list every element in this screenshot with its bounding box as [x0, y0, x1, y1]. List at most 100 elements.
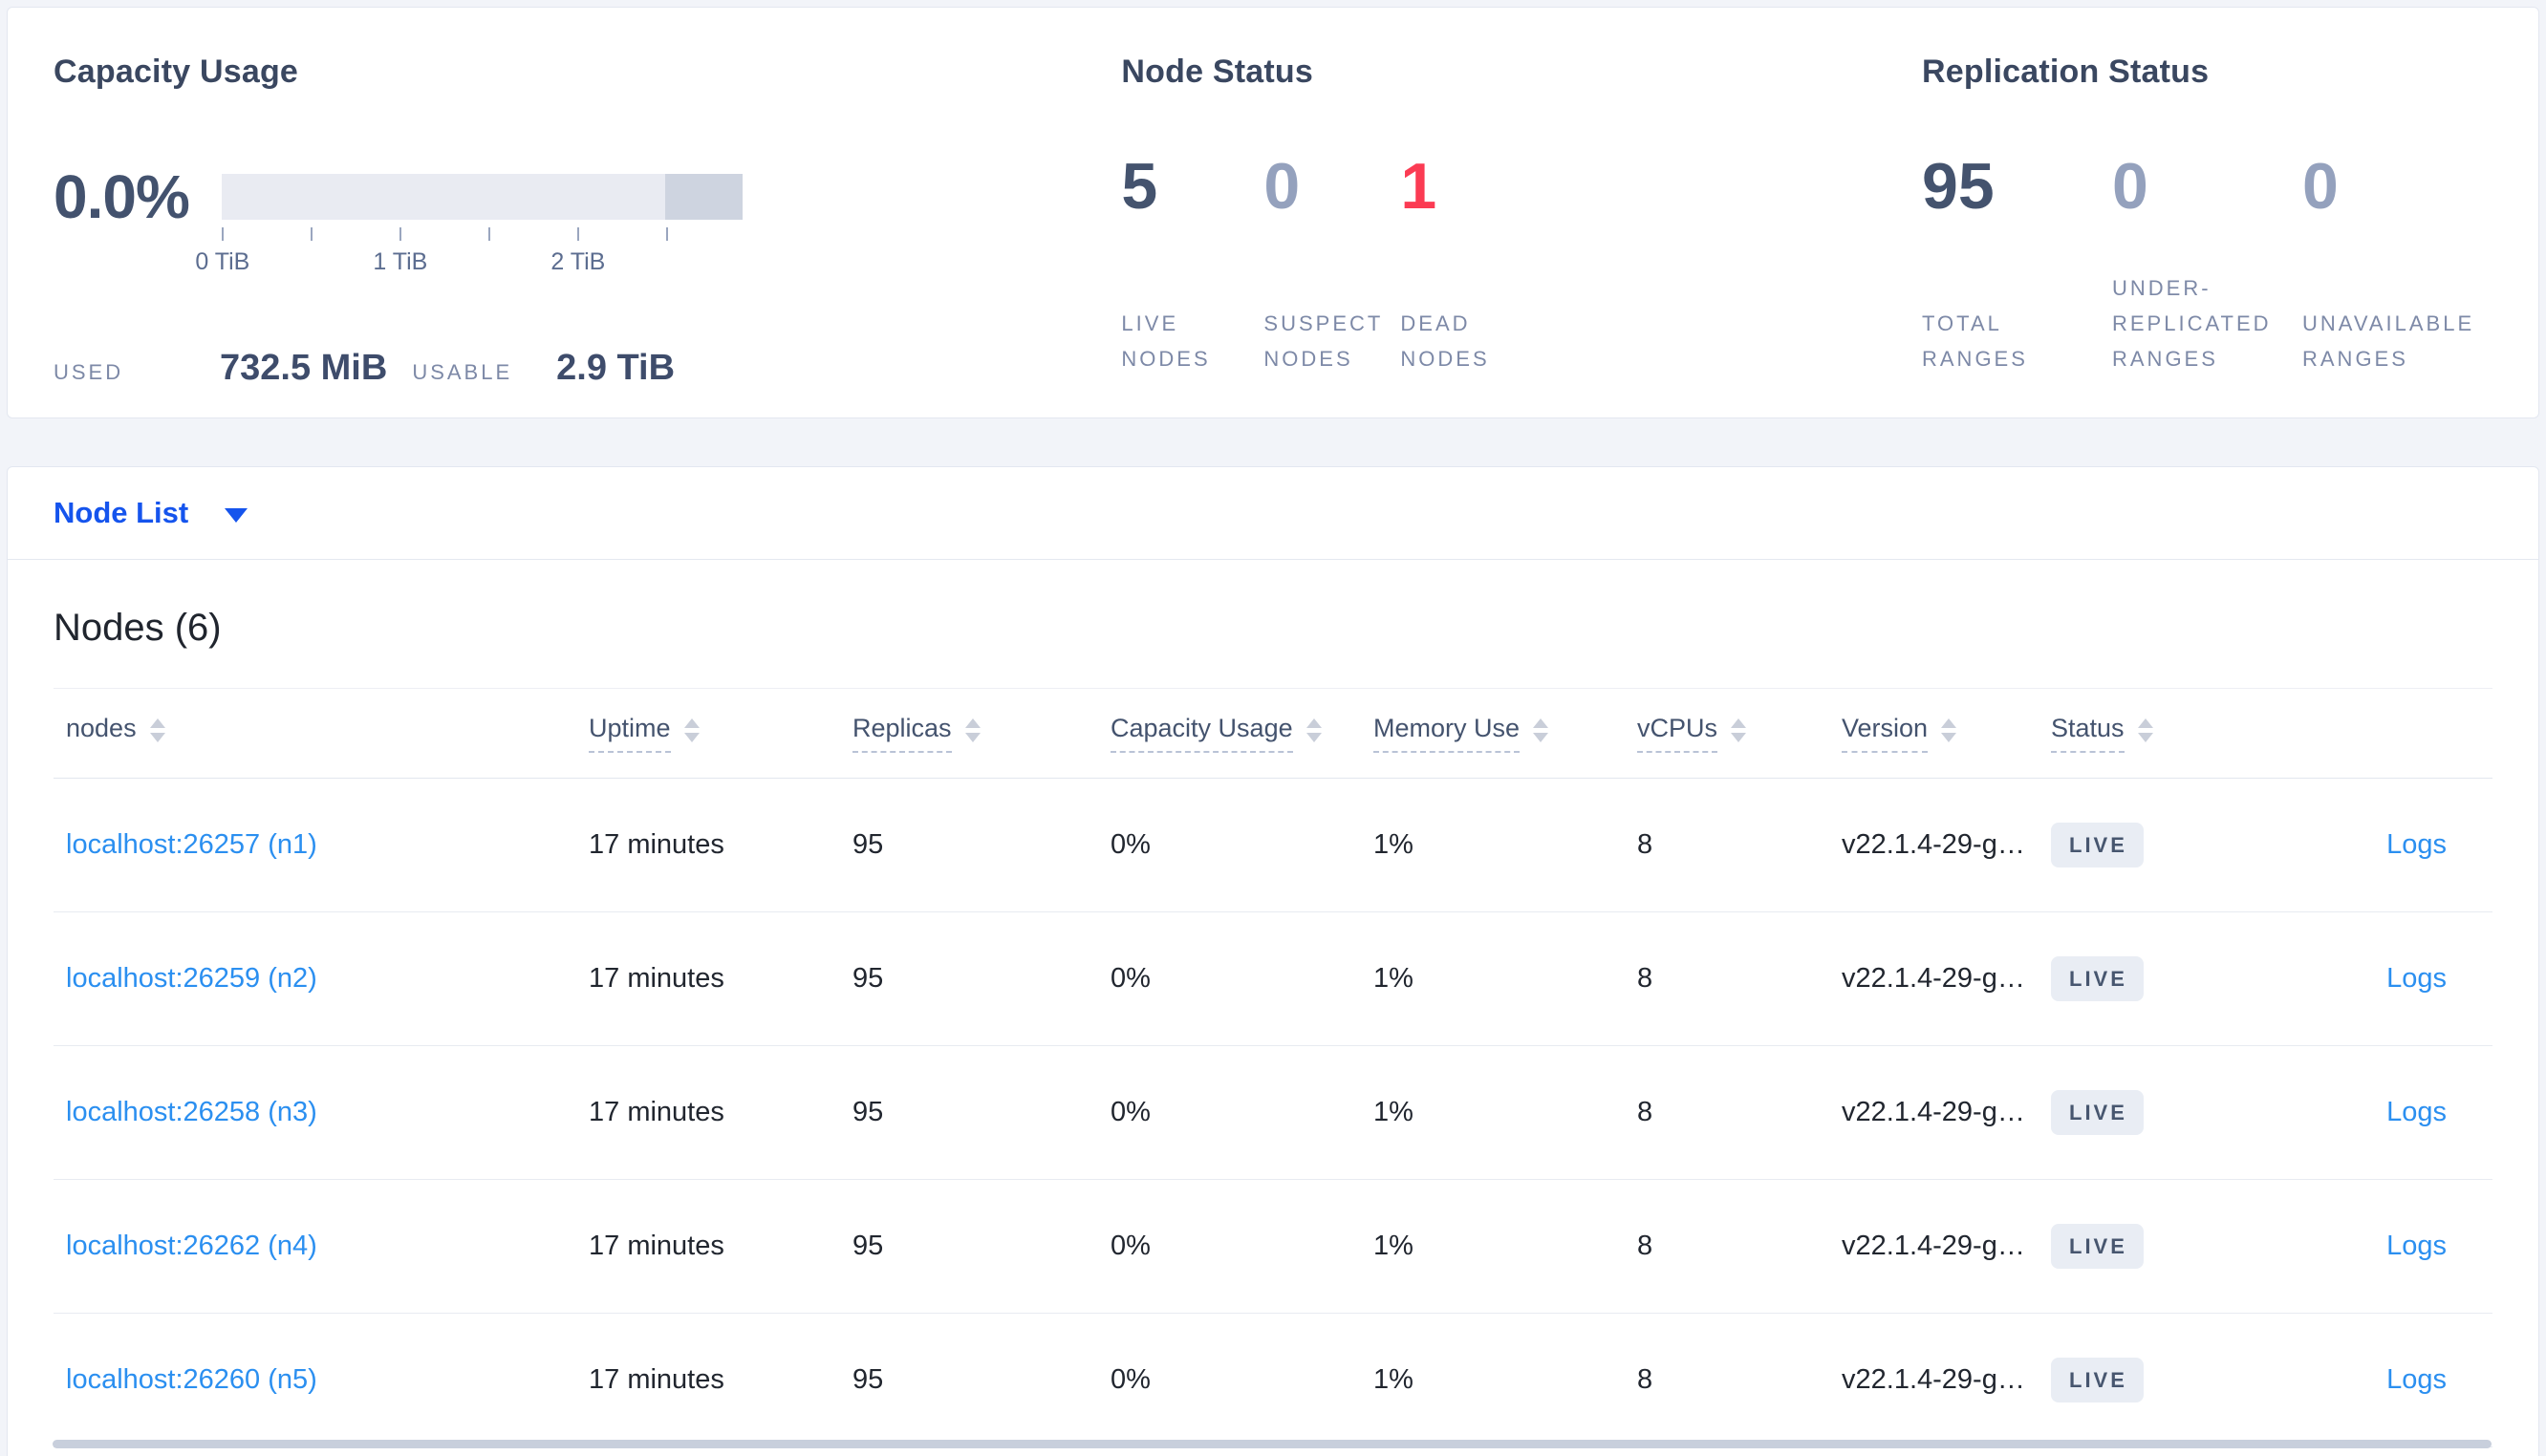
- node-status-panel: Node Status 5 LIVE NODES 0 SUSPECT NODES…: [1121, 50, 1922, 418]
- column-header-label: Status: [2051, 714, 2125, 753]
- capacity-usage-panel: Capacity Usage 0.0% 0 TiB 1 TiB 2 TiB US…: [54, 50, 1121, 418]
- sort-icon: [2137, 718, 2153, 742]
- capacity-usage-cell: 0%: [1111, 829, 1151, 860]
- column-header[interactable]: vCPUs: [1625, 714, 1829, 753]
- stat-column: 0 UNDER-REPLICATED RANGES: [2112, 149, 2302, 376]
- table-row: localhost:26257 (n1) 17 minutes 95 0% 1%…: [54, 779, 2492, 912]
- capacity-usage-cell: 0%: [1111, 1364, 1151, 1395]
- used-label: USED: [54, 360, 124, 384]
- column-header[interactable]: Capacity Usage: [1098, 714, 1361, 753]
- stat-column: 0 SUSPECT NODES: [1263, 149, 1400, 376]
- node-link[interactable]: localhost:26260 (n5): [66, 1364, 317, 1395]
- uptime-cell: 17 minutes: [589, 829, 724, 860]
- stat-label: UNDER-REPLICATED RANGES: [2112, 276, 2272, 371]
- column-header-label: vCPUs: [1637, 714, 1718, 753]
- axis-tick: [487, 227, 490, 241]
- column-header-label: Capacity Usage: [1111, 714, 1293, 753]
- status-badge: LIVE: [2051, 1224, 2144, 1269]
- stat-column: 1 DEAD NODES: [1400, 149, 1563, 376]
- stat-value: 5: [1121, 150, 1158, 223]
- usable-value: 2.9 TiB: [556, 348, 676, 388]
- axis-tick-label: 2 TiB: [550, 248, 606, 275]
- stat-label: TOTAL RANGES: [1922, 311, 2028, 371]
- column-header[interactable]: Status: [2039, 714, 2230, 753]
- column-header-label: Replicas: [852, 714, 952, 753]
- logs-link[interactable]: Logs: [2386, 1231, 2447, 1261]
- column-header[interactable]: Replicas: [840, 714, 1098, 753]
- table-row: localhost:26259 (n2) 17 minutes 95 0% 1%…: [54, 912, 2492, 1046]
- view-switcher-row: Node List: [8, 467, 2538, 560]
- vcpus-cell: 8: [1637, 1231, 1653, 1261]
- vcpus-cell: 8: [1637, 1364, 1653, 1395]
- vcpus-cell: 8: [1637, 963, 1653, 994]
- axis-tick: [665, 227, 668, 241]
- sort-icon: [1941, 718, 1957, 742]
- view-switcher-dropdown[interactable]: Node List: [54, 496, 248, 530]
- column-header-label: nodes: [66, 714, 137, 742]
- column-header[interactable]: Uptime: [576, 714, 840, 753]
- axis-tick-label: 1 TiB: [373, 248, 428, 275]
- nodes-count-title: Nodes (6): [54, 607, 222, 649]
- column-header[interactable]: nodes: [54, 714, 576, 753]
- replication-status-panel: Replication Status 95 TOTAL RANGES 0 UND…: [1922, 50, 2492, 418]
- table-row: localhost:26260 (n5) 17 minutes 95 0% 1%…: [54, 1314, 2492, 1447]
- version-cell: v22.1.4-29-g…: [1842, 963, 2025, 994]
- status-badge: LIVE: [2051, 956, 2144, 1001]
- capacity-percent-value: 0.0%: [54, 162, 190, 231]
- replicas-cell: 95: [852, 1097, 884, 1127]
- node-link[interactable]: localhost:26262 (n4): [66, 1231, 317, 1261]
- sort-icon: [1731, 718, 1747, 742]
- logs-link[interactable]: Logs: [2386, 963, 2447, 994]
- sort-icon: [149, 718, 165, 742]
- uptime-cell: 17 minutes: [589, 1231, 724, 1261]
- node-link[interactable]: localhost:26259 (n2): [66, 963, 317, 994]
- capacity-chart-row: 0.0% 0 TiB 1 TiB 2 TiB: [54, 162, 1121, 289]
- version-cell: v22.1.4-29-g…: [1842, 829, 2025, 860]
- axis-tick: [221, 227, 224, 241]
- axis-tick-label: 0 TiB: [195, 248, 250, 275]
- version-cell: v22.1.4-29-g…: [1842, 1364, 2025, 1395]
- node-link[interactable]: localhost:26258 (n3): [66, 1097, 317, 1127]
- axis-tick: [576, 227, 579, 241]
- view-switcher-label: Node List: [54, 496, 189, 529]
- logs-link[interactable]: Logs: [2386, 829, 2447, 860]
- capacity-usage-cell: 0%: [1111, 1231, 1151, 1261]
- usable-label: USABLE: [412, 360, 513, 384]
- stat-column: 5 LIVE NODES: [1121, 149, 1263, 376]
- status-badge: LIVE: [2051, 1090, 2144, 1135]
- capacity-usage-cell: 0%: [1111, 1097, 1151, 1127]
- horizontal-scrollbar[interactable]: [53, 1440, 2492, 1448]
- chevron-down-icon: [225, 507, 248, 523]
- memory-use-cell: 1%: [1373, 1097, 1413, 1127]
- stat-value: 95: [1922, 150, 1995, 223]
- column-header-label: Version: [1842, 714, 1929, 753]
- logs-link[interactable]: Logs: [2386, 1097, 2447, 1127]
- sort-icon: [1305, 718, 1322, 742]
- memory-use-cell: 1%: [1373, 829, 1413, 860]
- stat-column: 0 UNAVAILABLE RANGES: [2302, 149, 2492, 376]
- node-link[interactable]: localhost:26257 (n1): [66, 829, 317, 860]
- capacity-usage-title: Capacity Usage: [54, 54, 299, 90]
- version-cell: v22.1.4-29-g…: [1842, 1231, 2025, 1261]
- stat-label: SUSPECT NODES: [1263, 311, 1383, 371]
- capacity-bar-chart: 0 TiB 1 TiB 2 TiB: [195, 174, 743, 289]
- used-value: 732.5 MiB: [220, 348, 388, 388]
- axis-tick: [399, 227, 401, 241]
- sort-icon: [1533, 718, 1549, 742]
- stat-value: 0: [2302, 150, 2339, 223]
- column-header-label: Uptime: [589, 714, 671, 753]
- vcpus-cell: 8: [1637, 829, 1653, 860]
- capacity-used-usable-row: USED 732.5 MiB USABLE 2.9 TiB: [54, 348, 1121, 389]
- column-header[interactable]: Memory Use: [1361, 714, 1625, 753]
- stat-label: UNAVAILABLE RANGES: [2302, 311, 2475, 371]
- stat-value: 1: [1400, 150, 1437, 223]
- replicas-cell: 95: [852, 963, 884, 994]
- node-list-card: Node List Nodes (6) nodes Uptime Replica…: [7, 466, 2539, 1456]
- column-header[interactable]: Version: [1829, 714, 2039, 753]
- uptime-cell: 17 minutes: [589, 963, 724, 994]
- axis-tick: [310, 227, 313, 241]
- table-row: localhost:26262 (n4) 17 minutes 95 0% 1%…: [54, 1180, 2492, 1314]
- stat-column: 95 TOTAL RANGES: [1922, 149, 2112, 376]
- logs-link[interactable]: Logs: [2386, 1364, 2447, 1395]
- uptime-cell: 17 minutes: [589, 1364, 724, 1395]
